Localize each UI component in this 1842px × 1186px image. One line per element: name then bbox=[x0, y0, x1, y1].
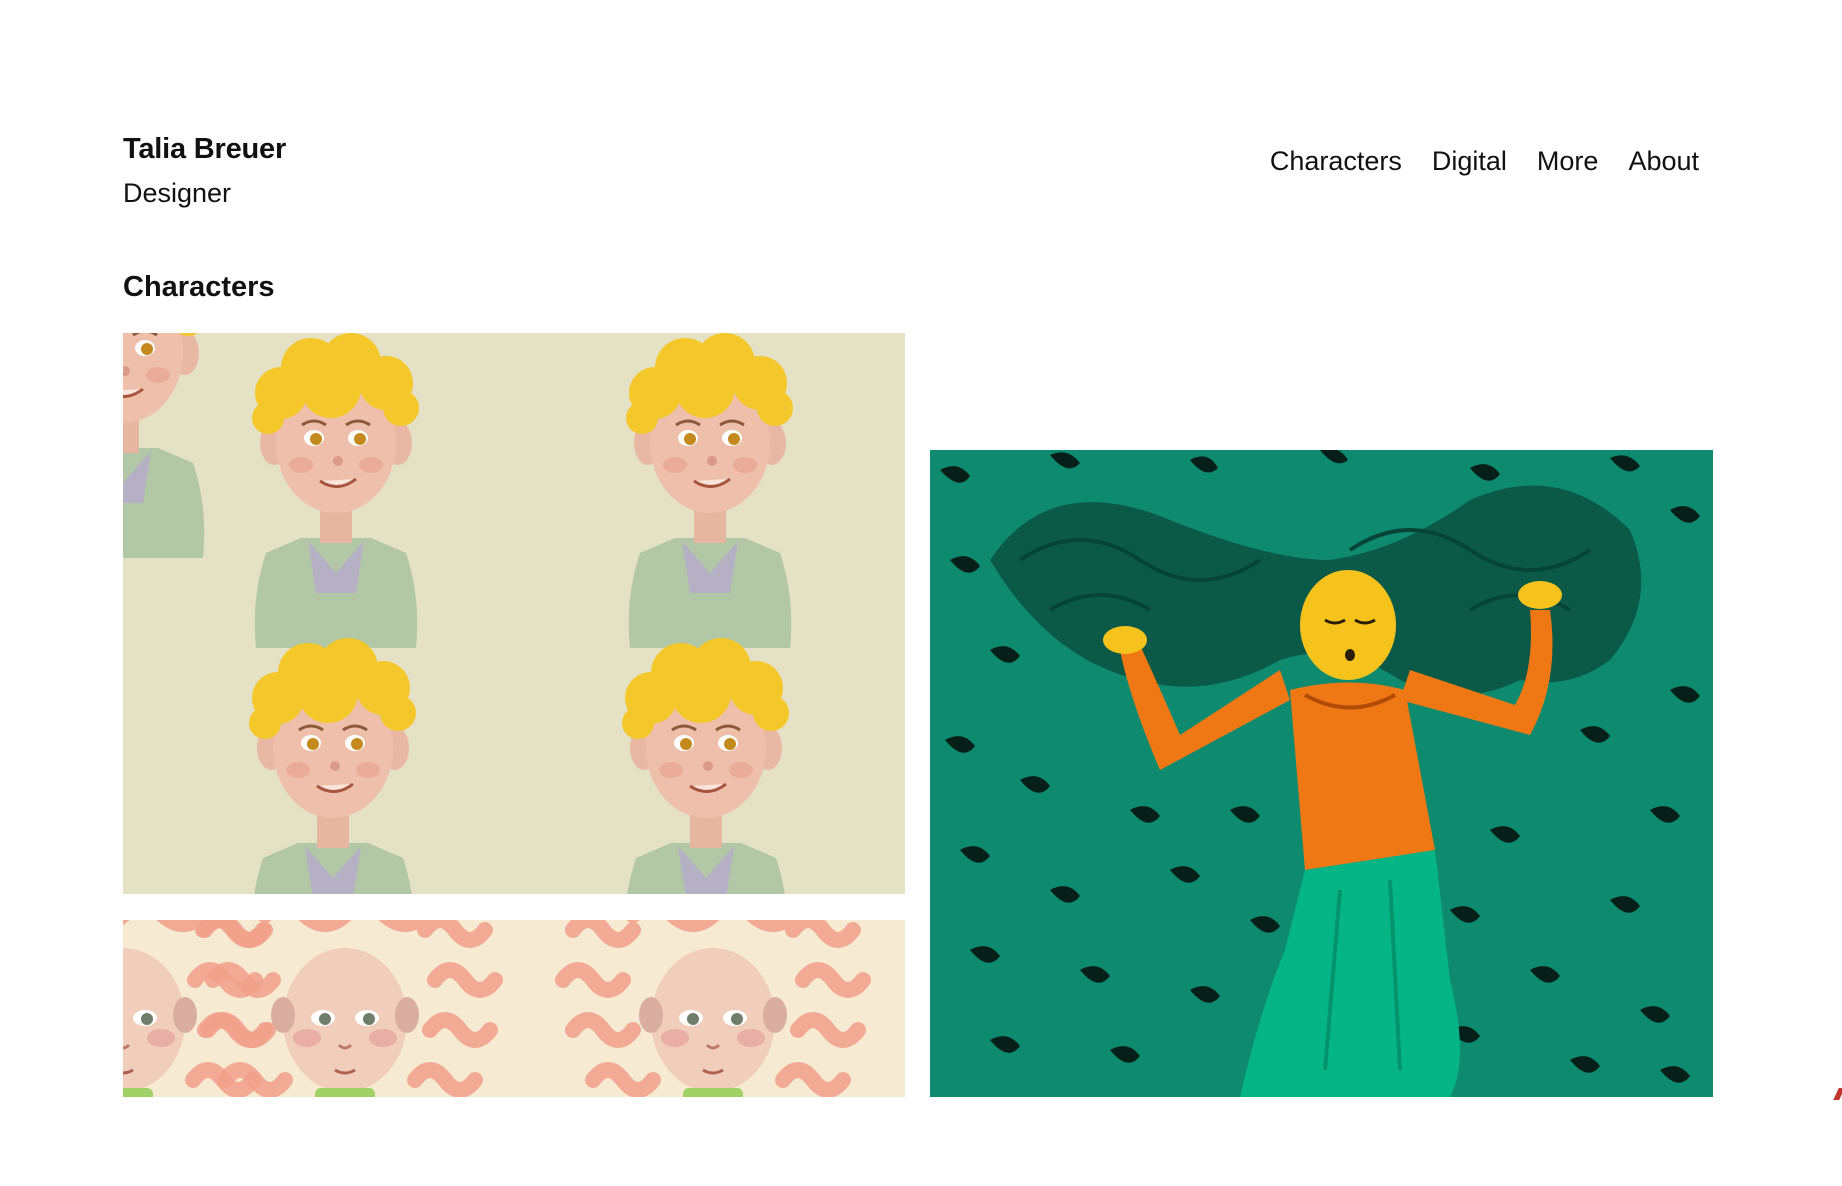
main-nav: Characters Digital More About bbox=[1270, 145, 1699, 177]
gallery-item-girl-sketches[interactable] bbox=[123, 920, 905, 1097]
site-header: Talia Breuer Designer Characters Digital… bbox=[123, 132, 1699, 222]
green-hair-woman-illustration bbox=[930, 450, 1713, 1097]
section-title: Characters bbox=[123, 271, 275, 303]
nav-link-about[interactable]: About bbox=[1628, 145, 1699, 177]
site-name[interactable]: Talia Breuer bbox=[123, 132, 286, 167]
gallery-item-boy-sketches[interactable] bbox=[123, 333, 905, 894]
girl-sketches-illustration bbox=[123, 920, 905, 1097]
nav-link-digital[interactable]: Digital bbox=[1432, 145, 1507, 177]
nav-link-more[interactable]: More bbox=[1537, 145, 1599, 177]
gallery-item-green-hair-woman[interactable] bbox=[930, 450, 1713, 1097]
nav-link-characters[interactable]: Characters bbox=[1270, 145, 1402, 177]
site-role: Designer bbox=[123, 178, 232, 208]
edge-mark bbox=[1833, 1088, 1842, 1100]
boy-sketches-illustration bbox=[123, 333, 905, 894]
